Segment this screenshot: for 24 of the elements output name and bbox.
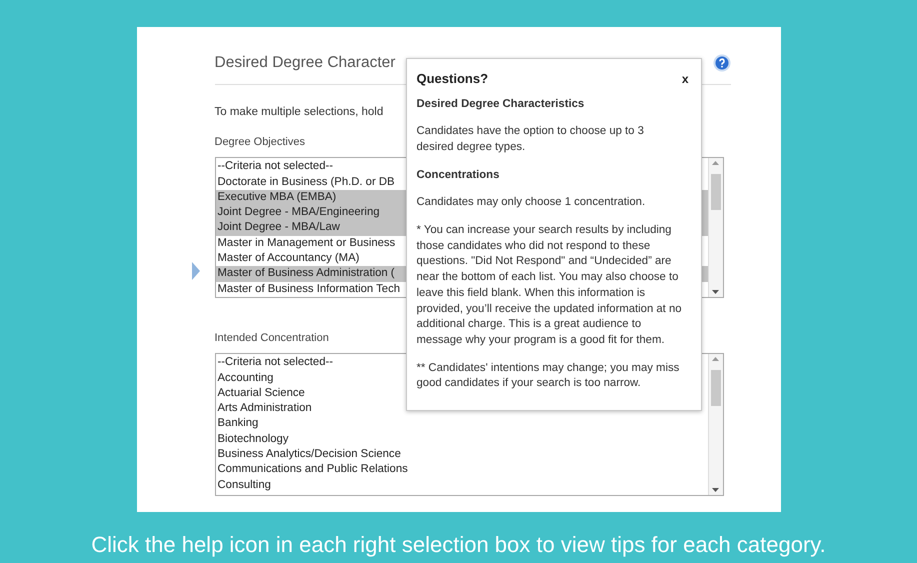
popover-title: Questions? [416, 70, 488, 88]
marker-icon [192, 262, 200, 280]
scroll-up-icon[interactable] [712, 161, 719, 166]
scroll-up-icon[interactable] [712, 357, 719, 362]
popover-paragraph: ** Candidates' intentions may change; you may miss good candidates if your search is too narrow. [416, 360, 680, 392]
field-label: Intended Concentration [214, 332, 329, 344]
scrollbar[interactable] [708, 158, 722, 298]
popover-paragraph: * You can increase your search results by including those candidates who did not respond to these questions. "Did Not Respond" and “Undecided” are near the bottom of each list. You may also choose to leave this field blank. When this information is provided, you’ll receive the updated information at no additional charge. This is a great audience to message why your program is a good fit for them. [416, 223, 682, 348]
popover-heading: Desired Degree Characteristics [416, 96, 586, 112]
instructions-text: To make multiple selections, hold [214, 106, 384, 118]
list-option[interactable]: Business Analytics/Decision Science [216, 447, 404, 462]
scroll-thumb[interactable] [710, 174, 720, 210]
help-icon[interactable] [712, 54, 730, 72]
section-title: Desired Degree Character [214, 53, 396, 73]
popover-paragraph: Candidates may only choose 1 concentration. [416, 195, 646, 210]
close-button[interactable]: x [680, 70, 690, 88]
scroll-down-icon[interactable] [712, 488, 719, 492]
popover-heading: Concentrations [416, 168, 500, 183]
scroll-thumb[interactable] [710, 370, 720, 406]
scroll-down-icon[interactable] [712, 290, 719, 294]
scrollbar[interactable] [708, 354, 722, 496]
field-label: Degree Objectives [214, 136, 305, 148]
popover-paragraph: Candidates have the option to choose up to 3 desired degree types. [416, 124, 645, 155]
caption-text: Click the help icon in each right selection box to view tips for each category. [91, 531, 826, 559]
